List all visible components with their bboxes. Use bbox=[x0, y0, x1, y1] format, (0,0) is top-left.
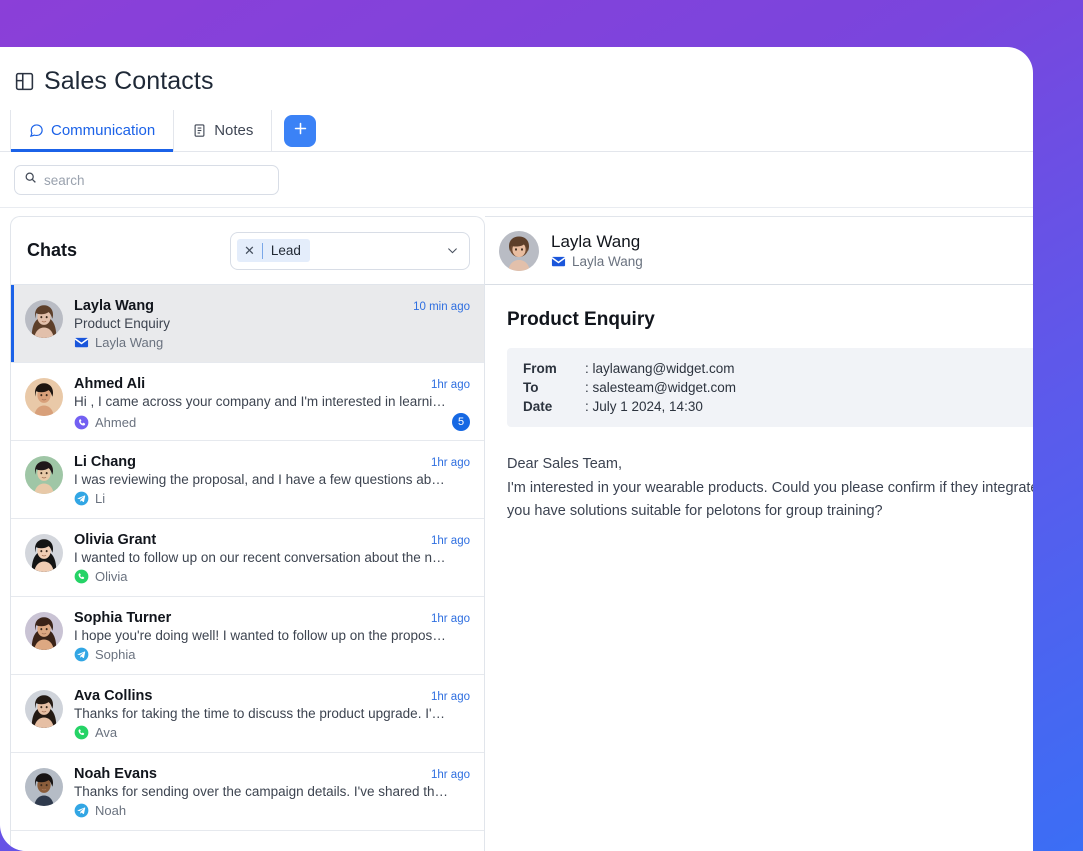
search-box[interactable] bbox=[14, 165, 279, 195]
chat-channel-handle: Layla Wang bbox=[95, 335, 164, 350]
avatar bbox=[25, 300, 63, 338]
meta-value: : laylawang@widget.com bbox=[585, 361, 735, 376]
detail-channel: Layla Wang bbox=[551, 254, 643, 269]
whatsapp-icon bbox=[74, 569, 89, 584]
tab-label: Notes bbox=[214, 122, 254, 139]
plus-icon bbox=[292, 120, 309, 142]
message-body: Product Enquiry From : laylawang@widget.c… bbox=[485, 285, 1033, 524]
note-icon bbox=[192, 123, 207, 138]
app-card: Sales Contacts Communication Notes searc… bbox=[0, 47, 1033, 851]
layout-panel-icon bbox=[14, 71, 35, 92]
avatar bbox=[25, 456, 63, 494]
chat-list-item[interactable]: Ava Collins 1hr ago Thanks for taking th… bbox=[11, 675, 484, 753]
chat-timestamp: 10 min ago bbox=[413, 301, 470, 313]
telegram-icon bbox=[74, 491, 89, 506]
search-bar bbox=[0, 152, 1033, 208]
chat-list-item[interactable]: Sophia Turner 1hr ago I hope you're doin… bbox=[11, 597, 484, 675]
chat-timestamp: 1hr ago bbox=[430, 769, 470, 781]
meta-value: : salesteam@widget.com bbox=[585, 380, 737, 395]
chat-preview: Thanks for taking the time to discuss th… bbox=[74, 706, 449, 721]
tab-communication[interactable]: Communication bbox=[10, 110, 175, 152]
filter-chip: ✕ Lead bbox=[237, 239, 310, 262]
chat-timestamp: 1hr ago bbox=[430, 535, 470, 547]
chat-contact-name: Layla Wang bbox=[74, 298, 155, 314]
chat-list: Layla Wang 10 min ago Product Enquiry La… bbox=[11, 285, 484, 851]
chat-preview: I wanted to follow up on our recent conv… bbox=[74, 550, 449, 565]
chat-timestamp: 1hr ago bbox=[430, 613, 470, 625]
chat-channel-handle: Li bbox=[95, 491, 106, 506]
add-button[interactable] bbox=[284, 115, 317, 147]
avatar bbox=[499, 230, 539, 271]
chats-panel: Chats ✕ Lead Layla Wang 10 min ago Produ… bbox=[10, 216, 485, 851]
tab-label: Communication bbox=[51, 122, 156, 139]
message-text: Dear Sales Team, I'm interested in your … bbox=[507, 456, 1033, 520]
chat-list-item[interactable]: Li Chang 1hr ago I was reviewing the pro… bbox=[11, 441, 484, 519]
chat-channel-handle: Ava bbox=[95, 725, 118, 740]
chat-contact-name: Li Chang bbox=[74, 454, 137, 470]
avatar bbox=[25, 690, 63, 728]
filter-chip-label: Lead bbox=[270, 243, 301, 258]
chat-list-item[interactable]: Ahmed Ali 1hr ago Hi , I came across you… bbox=[11, 363, 484, 441]
chat-contact-name: Olivia Grant bbox=[74, 532, 157, 548]
page-header: Sales Contacts bbox=[0, 47, 1033, 96]
message-subject: Product Enquiry bbox=[507, 309, 655, 330]
meta-key: Date bbox=[523, 399, 553, 414]
page-title: Sales Contacts bbox=[44, 67, 214, 95]
search-input[interactable] bbox=[44, 172, 269, 188]
chat-contact-name: Ava Collins bbox=[74, 688, 153, 704]
tab-bar: Communication Notes bbox=[0, 110, 1033, 152]
telegram-icon bbox=[74, 803, 89, 818]
meta-value: : July 1 2024, 14:30 bbox=[585, 399, 703, 414]
chats-panel-header: Chats ✕ Lead bbox=[11, 217, 484, 285]
chat-contact-name: Noah Evans bbox=[74, 766, 157, 782]
chat-channel-handle: Noah bbox=[95, 803, 127, 818]
chat-channel-handle: Ahmed bbox=[95, 414, 137, 430]
chats-title: Chats bbox=[27, 240, 78, 260]
chat-channel-handle: Olivia bbox=[95, 569, 128, 584]
viber-icon bbox=[74, 415, 89, 430]
chat-list-item[interactable]: Noah Evans 1hr ago Thanks for sending ov… bbox=[11, 753, 484, 831]
email-icon bbox=[74, 335, 89, 350]
chat-preview: Hi , I came across your company and I'm … bbox=[74, 394, 449, 409]
chat-list-item[interactable]: Layla Wang 10 min ago Product Enquiry La… bbox=[11, 285, 484, 363]
chat-timestamp: 1hr ago bbox=[430, 457, 470, 469]
chat-channel-handle: Sophia bbox=[95, 647, 136, 662]
detail-contact-name: Layla Wang bbox=[551, 232, 641, 251]
meta-key: To bbox=[523, 380, 539, 395]
chat-preview: Thanks for sending over the campaign det… bbox=[74, 784, 449, 799]
chat-timestamp: 1hr ago bbox=[430, 691, 470, 703]
avatar bbox=[25, 534, 63, 572]
main-split: Chats ✕ Lead Layla Wang 10 min ago Produ… bbox=[0, 208, 1033, 851]
search-icon bbox=[24, 171, 37, 189]
close-icon[interactable]: ✕ bbox=[237, 244, 262, 257]
meta-key: From bbox=[523, 361, 557, 376]
chat-contact-name: Ahmed Ali bbox=[74, 376, 146, 392]
chat-preview: I was reviewing the proposal, and I have… bbox=[74, 472, 449, 487]
detail-header: Layla Wang Layla Wang bbox=[485, 217, 1033, 285]
detail-panel: Layla Wang Layla Wang Product Enquiry Fr… bbox=[485, 216, 1033, 851]
tab-notes[interactable]: Notes bbox=[174, 110, 273, 151]
unread-badge: 5 bbox=[452, 413, 470, 431]
chat-bubble-icon bbox=[29, 123, 44, 138]
chevron-down-icon[interactable] bbox=[446, 244, 459, 257]
chat-list-empty-row bbox=[11, 831, 484, 851]
chat-contact-name: Sophia Turner bbox=[74, 610, 172, 626]
email-icon bbox=[551, 254, 566, 269]
whatsapp-icon bbox=[74, 725, 89, 740]
chat-preview: I hope you're doing well! I wanted to fo… bbox=[74, 628, 449, 643]
avatar bbox=[25, 378, 63, 416]
avatar bbox=[25, 612, 63, 650]
message-meta: From : laylawang@widget.com To : salesteam@… bbox=[507, 348, 1033, 427]
chat-timestamp: 1hr ago bbox=[430, 379, 470, 391]
avatar bbox=[25, 768, 63, 806]
chat-preview: Product Enquiry bbox=[74, 316, 171, 331]
lead-filter-select[interactable]: ✕ Lead bbox=[230, 231, 470, 270]
chat-list-item[interactable]: Olivia Grant 1hr ago I wanted to follow … bbox=[11, 519, 484, 597]
telegram-icon bbox=[74, 647, 89, 662]
detail-channel-handle: Layla Wang bbox=[572, 254, 643, 269]
